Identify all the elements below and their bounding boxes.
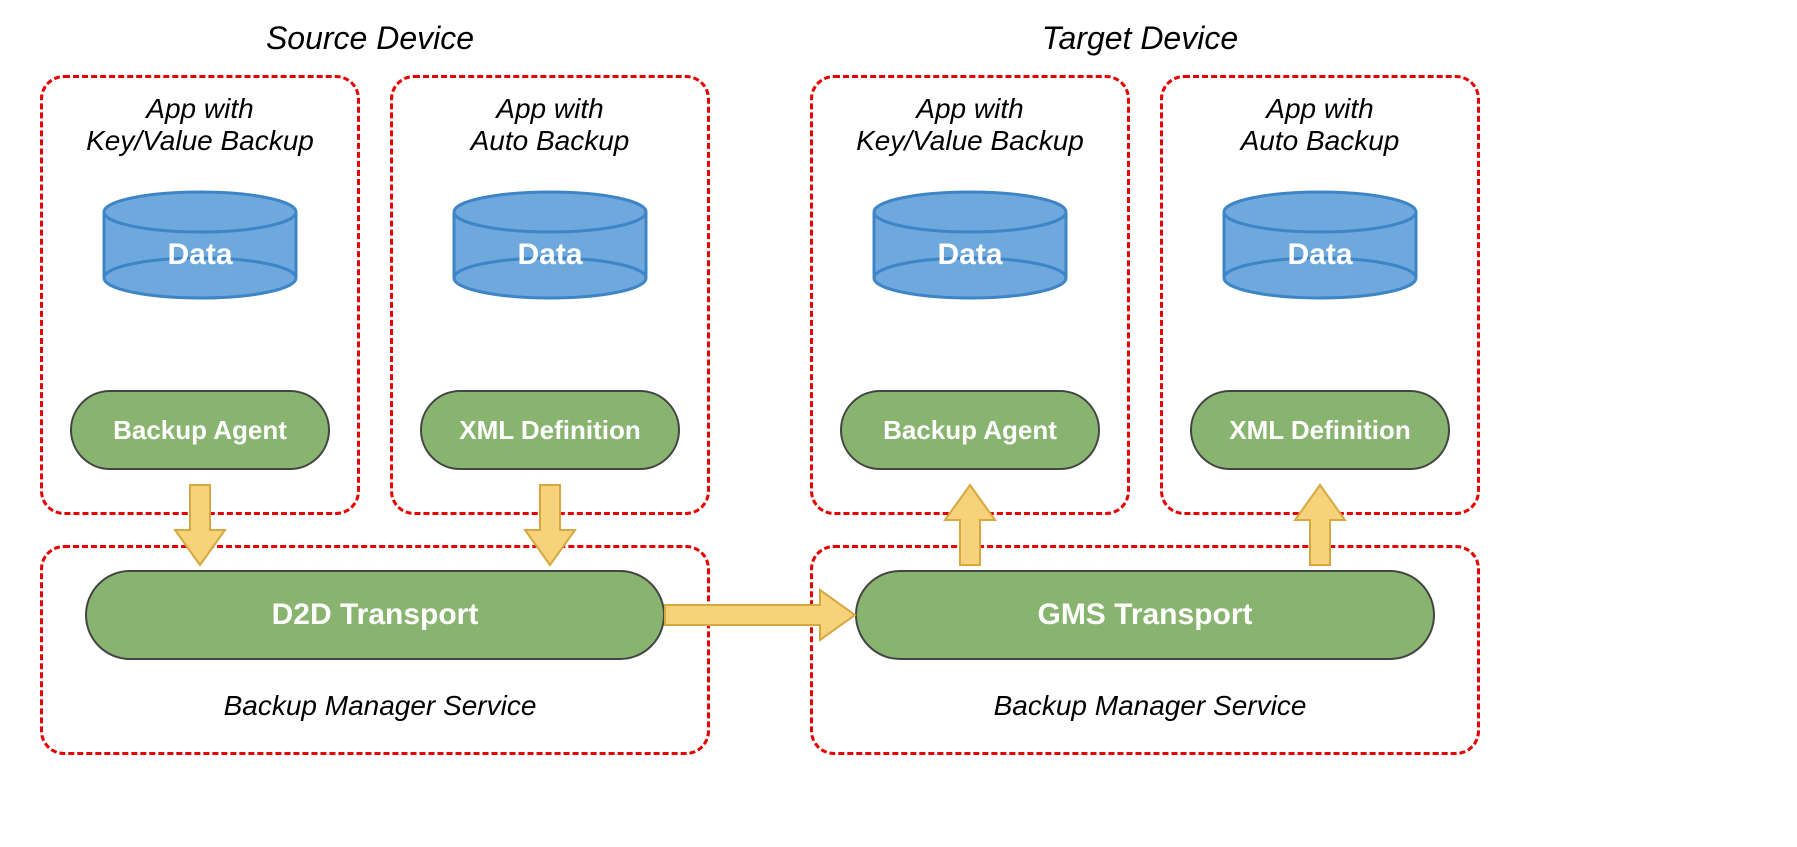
target-auto-data-cylinder: Data bbox=[1220, 190, 1420, 300]
target-bms-label: Backup Manager Service bbox=[970, 690, 1330, 722]
data-label: Data bbox=[100, 238, 300, 272]
source-kv-app-label: App with Key/Value Backup bbox=[43, 93, 357, 157]
d2d-transport-pill: D2D Transport bbox=[85, 570, 665, 660]
source-auto-app-label: App with Auto Backup bbox=[393, 93, 707, 157]
target-xml-def-pill: XML Definition bbox=[1190, 390, 1450, 470]
target-kv-data-cylinder: Data bbox=[870, 190, 1070, 300]
arrow-down-icon bbox=[170, 480, 230, 560]
text: App with bbox=[916, 93, 1023, 124]
target-device-title: Target Device bbox=[990, 20, 1290, 57]
text: Auto Backup bbox=[1241, 125, 1400, 156]
text: Key/Value Backup bbox=[856, 125, 1084, 156]
text: D2D Transport bbox=[272, 598, 479, 632]
data-label: Data bbox=[870, 238, 1070, 272]
data-label: Data bbox=[1220, 238, 1420, 272]
target-backup-agent-pill: Backup Agent bbox=[840, 390, 1100, 470]
data-label: Data bbox=[450, 238, 650, 272]
source-bms-label: Backup Manager Service bbox=[200, 690, 560, 722]
text: XML Definition bbox=[1229, 415, 1411, 446]
text: Key/Value Backup bbox=[86, 125, 314, 156]
source-backup-agent-pill: Backup Agent bbox=[70, 390, 330, 470]
source-kv-data-cylinder: Data bbox=[100, 190, 300, 300]
arrow-down-icon bbox=[520, 480, 580, 560]
target-auto-app-label: App with Auto Backup bbox=[1163, 93, 1477, 157]
text: App with bbox=[1266, 93, 1373, 124]
gms-transport-pill: GMS Transport bbox=[855, 570, 1435, 660]
source-device-title: Source Device bbox=[220, 20, 520, 57]
text: Backup Agent bbox=[113, 415, 287, 446]
text: App with bbox=[496, 93, 603, 124]
arrow-up-icon bbox=[940, 480, 1000, 560]
text: XML Definition bbox=[459, 415, 641, 446]
target-kv-app-label: App with Key/Value Backup bbox=[813, 93, 1127, 157]
arrow-up-icon bbox=[1290, 480, 1350, 560]
text: Backup Agent bbox=[883, 415, 1057, 446]
source-xml-def-pill: XML Definition bbox=[420, 390, 680, 470]
text: GMS Transport bbox=[1037, 598, 1252, 632]
text: App with bbox=[146, 93, 253, 124]
source-auto-data-cylinder: Data bbox=[450, 190, 650, 300]
text: Auto Backup bbox=[471, 125, 630, 156]
arrow-right-icon bbox=[660, 585, 860, 645]
